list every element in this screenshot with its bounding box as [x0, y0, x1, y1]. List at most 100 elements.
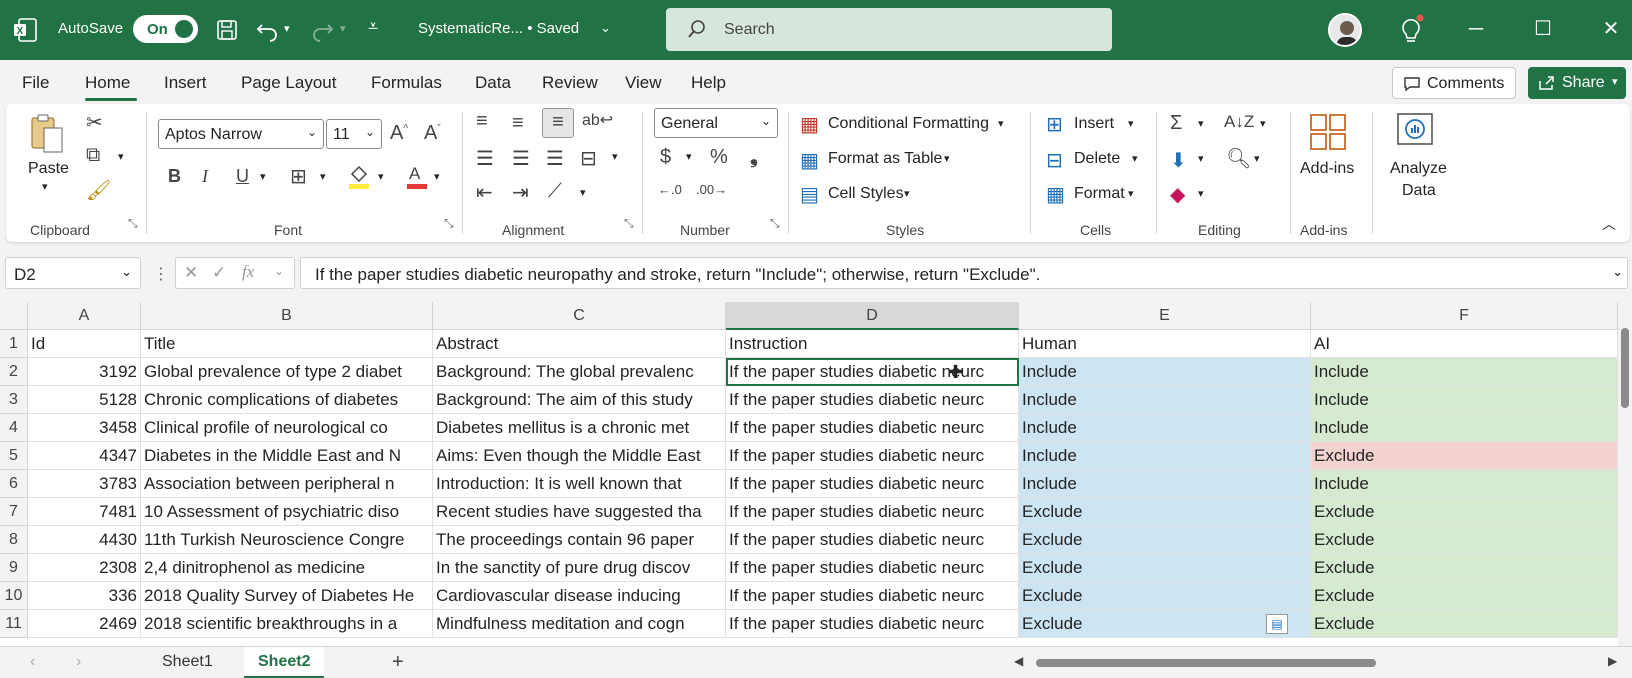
select-all-corner[interactable]: [0, 302, 28, 330]
row-header[interactable]: 4: [0, 414, 28, 442]
fill-dropdown-icon[interactable]: ▾: [378, 170, 384, 183]
number-launcher-icon[interactable]: ⤡: [770, 216, 780, 231]
merge-center-icon[interactable]: ⊟: [580, 146, 597, 171]
autosave-toggle[interactable]: On: [133, 15, 198, 43]
formula-input[interactable]: If the paper studies diabetic neuropathy…: [300, 257, 1628, 289]
share-button[interactable]: Share ▾: [1528, 67, 1626, 99]
tab-review[interactable]: Review: [542, 73, 598, 93]
table-cell-ai[interactable]: Exclude: [1311, 442, 1618, 470]
add-sheet-icon[interactable]: +: [392, 651, 404, 674]
table-cell-human[interactable]: Exclude: [1019, 582, 1311, 610]
table-cell-human[interactable]: Include: [1019, 386, 1311, 414]
table-cell-abstract[interactable]: The proceedings contain 96 paper: [433, 526, 726, 554]
table-cell-title[interactable]: Clinical profile of neurological co: [141, 414, 433, 442]
align-center-icon[interactable]: ☰: [512, 146, 530, 171]
table-cell-human[interactable]: Exclude: [1019, 554, 1311, 582]
header-cell[interactable]: Abstract: [433, 330, 726, 358]
horizontal-scrollbar[interactable]: [1026, 657, 1606, 669]
tab-home[interactable]: Home: [85, 73, 130, 93]
name-box[interactable]: D2 ⌄: [5, 257, 141, 289]
table-cell-instr[interactable]: If the paper studies diabetic neurc: [726, 386, 1019, 414]
table-cell-abstract[interactable]: Introduction: It is well known that: [433, 470, 726, 498]
table-cell-title[interactable]: 2,4 dinitrophenol as medicine: [141, 554, 433, 582]
table-cell-human[interactable]: Exclude: [1019, 526, 1311, 554]
table-cell-ai[interactable]: Exclude: [1311, 582, 1618, 610]
analyze-data-label-1[interactable]: Analyze: [1390, 160, 1447, 178]
table-cell-instr[interactable]: If the paper studies diabetic neurc: [726, 470, 1019, 498]
column-header-e[interactable]: E: [1019, 302, 1311, 330]
copy-dropdown-icon[interactable]: ▾: [118, 150, 124, 163]
tab-view[interactable]: View: [625, 73, 662, 93]
font-color-dropdown-icon[interactable]: ▾: [434, 170, 440, 183]
name-box-chevron-icon[interactable]: ⌄: [121, 264, 132, 280]
table-cell-title[interactable]: 10 Assessment of psychiatric diso: [141, 498, 433, 526]
decrease-indent-icon[interactable]: ⇤: [476, 180, 493, 205]
decrease-decimal-icon[interactable]: .00→: [696, 182, 727, 197]
row-header[interactable]: 6: [0, 470, 28, 498]
table-cell-id[interactable]: 7481: [28, 498, 141, 526]
table-cell-ai[interactable]: Exclude: [1311, 498, 1618, 526]
underline-dropdown-icon[interactable]: ▾: [260, 170, 266, 183]
align-right-icon[interactable]: ☰: [546, 146, 564, 171]
delete-dropdown-icon[interactable]: ▾: [1132, 152, 1138, 165]
table-cell-ai[interactable]: Include: [1311, 386, 1618, 414]
table-cell-title[interactable]: Chronic complications of diabetes: [141, 386, 433, 414]
conditional-formatting-button[interactable]: Conditional Formatting: [828, 115, 989, 133]
tab-page-layout[interactable]: Page Layout: [241, 73, 336, 93]
title-chevron-down-icon[interactable]: ⌄: [600, 20, 611, 36]
format-cells-button[interactable]: Format: [1074, 185, 1125, 203]
font-size-dropdown[interactable]: 11 ⌄: [326, 119, 382, 149]
format-dropdown-icon[interactable]: ▾: [1128, 187, 1134, 200]
lightbulb-icon[interactable]: [1398, 14, 1424, 46]
add-ins-icon[interactable]: [1308, 112, 1348, 152]
sheet-tab-sheet2[interactable]: Sheet2: [244, 647, 325, 678]
table-cell-instr[interactable]: If the paper studies diabetic neurc: [726, 610, 1019, 638]
find-dropdown-icon[interactable]: ▾: [1254, 152, 1260, 165]
table-cell-id[interactable]: 2469: [28, 610, 141, 638]
table-cell-id[interactable]: 336: [28, 582, 141, 610]
minimize-icon[interactable]: ─: [1461, 14, 1491, 44]
table-cell-id[interactable]: 3192: [28, 358, 141, 386]
row-header[interactable]: 7: [0, 498, 28, 526]
table-cell-instr[interactable]: If the paper studies diabetic neurc: [726, 526, 1019, 554]
font-color-icon[interactable]: A: [404, 162, 430, 190]
scroll-right-icon[interactable]: ▶: [1608, 654, 1617, 668]
table-cell-title[interactable]: 11th Turkish Neuroscience Congre: [141, 526, 433, 554]
row-header[interactable]: 2: [0, 358, 28, 386]
table-cell-human[interactable]: Exclude: [1019, 498, 1311, 526]
table-cell-abstract[interactable]: Mindfulness meditation and cogn: [433, 610, 726, 638]
delete-cells-button[interactable]: Delete: [1074, 150, 1120, 168]
more-options-icon[interactable]: ⋮: [153, 264, 169, 284]
alignment-launcher-icon[interactable]: ⤡: [624, 216, 634, 231]
orientation-dropdown-icon[interactable]: ▾: [580, 186, 586, 199]
vertical-scroll-thumb[interactable]: [1621, 328, 1629, 408]
table-cell-abstract[interactable]: Cardiovascular disease inducing: [433, 582, 726, 610]
avatar[interactable]: [1328, 13, 1362, 47]
currency-icon[interactable]: $: [660, 146, 671, 169]
autosum-icon[interactable]: Σ: [1170, 112, 1182, 135]
table-cell-abstract[interactable]: In the sanctity of pure drug discov: [433, 554, 726, 582]
table-cell-human[interactable]: Include: [1019, 442, 1311, 470]
enter-icon[interactable]: ✓: [212, 263, 226, 283]
font-name-dropdown[interactable]: Aptos Narrow ⌄: [158, 119, 324, 149]
fill-color-icon[interactable]: [346, 162, 372, 190]
format-cells-icon[interactable]: ▦: [1046, 182, 1065, 207]
copy-icon[interactable]: ⧉: [86, 144, 100, 167]
insert-function-icon[interactable]: fx: [242, 262, 254, 282]
fx-chevron-icon[interactable]: ⌄: [274, 264, 284, 278]
conditional-dropdown-icon[interactable]: ▾: [998, 117, 1004, 130]
analyze-data-icon[interactable]: [1394, 110, 1436, 152]
cell-styles-icon[interactable]: ▤: [800, 182, 819, 207]
sort-dropdown-icon[interactable]: ▾: [1260, 117, 1266, 130]
italic-icon[interactable]: I: [202, 166, 208, 187]
table-cell-id[interactable]: 3783: [28, 470, 141, 498]
table-cell-abstract[interactable]: Aims: Even though the Middle East: [433, 442, 726, 470]
percent-icon[interactable]: %: [710, 146, 728, 169]
sheet-tab-sheet1[interactable]: Sheet1: [148, 647, 227, 678]
table-cell-title[interactable]: 2018 Quality Survey of Diabetes He: [141, 582, 433, 610]
font-launcher-icon[interactable]: ⤡: [444, 216, 454, 231]
row-header[interactable]: 9: [0, 554, 28, 582]
table-cell-id[interactable]: 2308: [28, 554, 141, 582]
undo-icon[interactable]: [254, 17, 280, 43]
fill-icon[interactable]: ⬇: [1170, 148, 1187, 173]
